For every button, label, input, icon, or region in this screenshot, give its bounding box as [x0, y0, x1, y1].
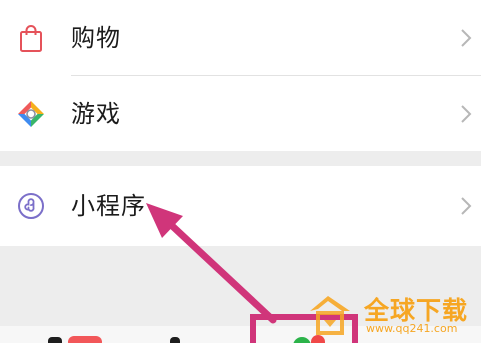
game-diamond-icon: [18, 101, 44, 127]
chevron-right-icon: [461, 197, 472, 215]
mini-program-icon: [18, 193, 44, 219]
chevron-right-icon: [461, 29, 472, 47]
chevron-right-icon: [461, 105, 472, 123]
shopping-bag-icon: [20, 25, 42, 52]
menu-group-discover: 购物 游戏: [0, 0, 481, 151]
menu-item-label: 游戏: [71, 100, 121, 128]
menu-item-mini-programs[interactable]: 小程序: [0, 168, 481, 244]
menu-item-label: 购物: [71, 24, 121, 52]
menu-item-games[interactable]: 游戏: [0, 76, 481, 152]
tab-contacts-icon[interactable]: [170, 337, 180, 343]
menu-item-label: 小程序: [71, 192, 146, 220]
menu-item-shopping[interactable]: 购物: [0, 0, 481, 76]
watermark: 全球下载 www.qq241.com: [302, 291, 481, 343]
screen: 购物 游戏 小程序 全球下载 www.qq241.com: [0, 0, 481, 343]
tab-chats-icon[interactable]: [48, 337, 62, 343]
watermark-logo-icon: [310, 296, 350, 335]
unread-badge: [68, 336, 102, 343]
watermark-url: www.qq241.com: [366, 322, 458, 335]
menu-group-mini-programs: 小程序: [0, 166, 481, 246]
